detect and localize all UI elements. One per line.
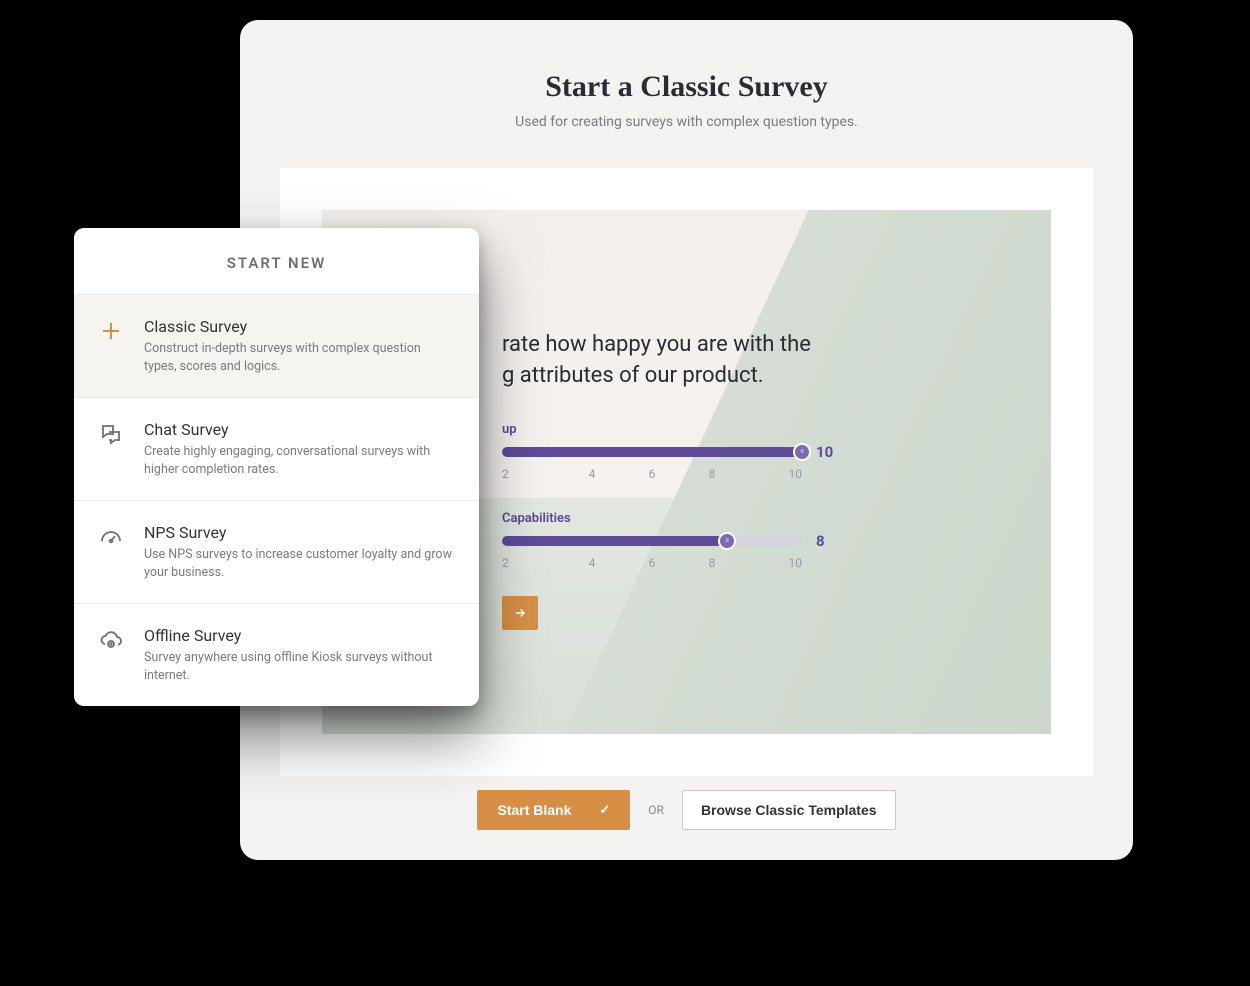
arrow-right-icon [513,606,527,620]
slider-value: 8 [816,532,825,550]
slider-capabilities: Capabilities ≡ 8 2 4 6 8 10 [502,511,833,570]
option-nps-survey[interactable]: NPS Survey Use NPS surveys to increase c… [74,500,479,603]
cloud-offline-icon [96,626,126,684]
next-button[interactable] [502,596,538,630]
option-desc: Survey anywhere using offline Kiosk surv… [144,649,453,684]
option-offline-survey[interactable]: Offline Survey Survey anywhere using off… [74,603,479,706]
slider-label: Capabilities [502,511,833,526]
option-desc: Construct in-depth surveys with complex … [144,340,453,375]
survey-question: rate how happy you are with the g attrib… [502,330,833,392]
check-icon: ✓ [599,802,610,818]
option-classic-survey[interactable]: Classic Survey Construct in-depth survey… [74,294,479,397]
page-subtitle: Used for creating surveys with complex q… [280,114,1093,130]
option-title: Classic Survey [144,317,453,336]
plus-icon [96,317,126,375]
start-new-popover: START NEW Classic Survey Construct in-de… [74,228,479,706]
option-title: Offline Survey [144,626,453,645]
or-label: OR [648,803,664,817]
option-desc: Use NPS surveys to increase customer loy… [144,546,453,581]
page-title: Start a Classic Survey [280,70,1093,104]
slider-track[interactable]: ≡ [502,447,802,457]
start-blank-button[interactable]: Start Blank ✓ [477,790,630,830]
option-chat-survey[interactable]: Chat Survey Create highly engaging, conv… [74,397,479,500]
footer-actions: Start Blank ✓ OR Browse Classic Template… [240,790,1133,830]
option-title: NPS Survey [144,523,453,542]
option-desc: Create highly engaging, conversational s… [144,443,453,478]
popover-title: START NEW [74,228,479,294]
slider-track[interactable]: ≡ [502,536,802,546]
slider-value: 10 [816,443,833,461]
slider-thumb[interactable]: ≡ [718,532,736,550]
slider-thumb[interactable]: ≡ [793,443,811,461]
browse-templates-button[interactable]: Browse Classic Templates [682,790,896,830]
option-title: Chat Survey [144,420,453,439]
slider-ticks: 2 4 6 8 10 [502,467,802,481]
slider-label: up [502,422,833,437]
slider-ticks: 2 4 6 8 10 [502,556,802,570]
chat-icon [96,420,126,478]
slider-setup: up ≡ 10 2 4 6 8 10 [502,422,833,481]
gauge-icon [96,523,126,581]
